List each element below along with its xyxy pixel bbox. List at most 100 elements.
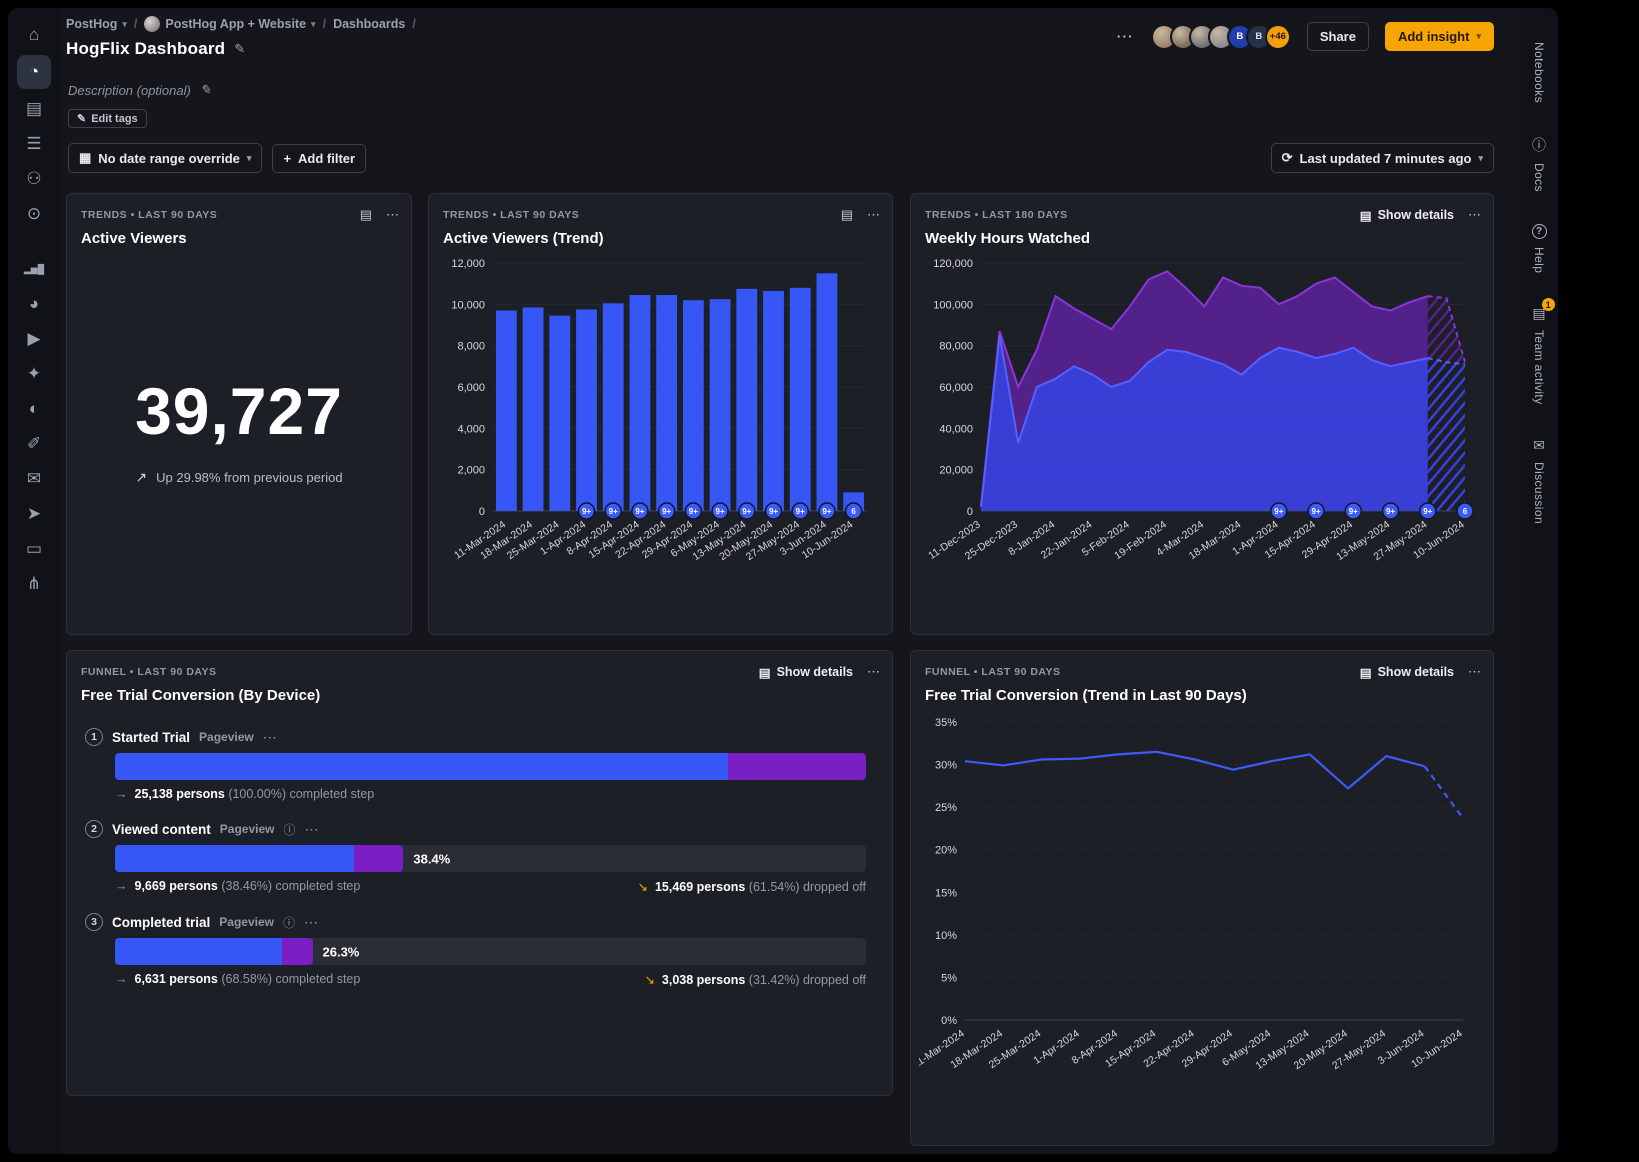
svg-text:9+: 9+ — [689, 507, 698, 516]
right-rail-item-discussion[interactable]: ✉Discussion — [1532, 437, 1546, 524]
show-details-button[interactable]: ▤ Show details — [1360, 665, 1454, 680]
breadcrumb: PostHog▾/PostHog App + Website▾/Dashboar… — [66, 16, 416, 32]
card-funnel-by-device: FUNNEL • LAST 90 DAYS ▤ Show details ⋯ F… — [66, 650, 893, 1096]
ai-icon[interactable]: ✦ — [17, 359, 51, 389]
card-weekly-hours-watched: TRENDS • LAST 180 DAYS ▤ Show details ⋯ … — [910, 193, 1494, 635]
dropped-arrow-icon: ↘ — [637, 880, 647, 894]
svg-text:8,000: 8,000 — [457, 341, 485, 353]
funnel-step-2: 2Viewed contentPageviewⓘ⋯38.4%→9,669 per… — [85, 820, 866, 894]
svg-text:9+: 9+ — [609, 507, 618, 516]
data-pipeline-icon[interactable]: ➤ — [17, 499, 51, 529]
funnel-bar: 38.4% — [115, 845, 866, 872]
notebooks-icon[interactable]: ▤ — [17, 94, 51, 124]
svg-text:9+: 9+ — [1423, 507, 1432, 516]
edit-tags-button[interactable]: ✎ Edit tags — [68, 109, 147, 128]
share-button[interactable]: Share — [1307, 22, 1369, 51]
right-rail-item-team-activity[interactable]: ▤1Team activity — [1532, 305, 1546, 405]
date-range-override-button[interactable]: ▦ No date range override ▾ — [68, 143, 262, 173]
home-icon[interactable]: ⌂ — [17, 20, 51, 50]
info-icon[interactable]: ⓘ — [283, 821, 295, 838]
persons-icon[interactable]: ⚇ — [17, 164, 51, 194]
card-tag: TRENDS • LAST 90 DAYS — [443, 209, 579, 221]
breadcrumb-item[interactable]: PostHog▾ — [66, 17, 127, 31]
svg-text:6: 6 — [851, 507, 856, 516]
feature-flags-icon[interactable]: ◐ — [17, 394, 51, 424]
step-more-button[interactable]: ⋯ — [304, 914, 319, 931]
svg-text:4,000: 4,000 — [457, 423, 485, 435]
right-rail: Notebooks ⓘDocs ?Help ▤1Team activity ✉Discu… — [1520, 8, 1558, 1154]
svg-text:20,000: 20,000 — [939, 465, 973, 477]
svg-text:9+: 9+ — [1274, 507, 1283, 516]
line-chart-svg: 0%5%10%15%20%25%30%35%11-Mar-202418-Mar-… — [919, 712, 1475, 1116]
trend-up-icon: ↗ — [135, 469, 147, 486]
svg-text:35%: 35% — [935, 717, 957, 729]
product-analytics-icon[interactable]: ▂▅█ — [17, 254, 51, 284]
svg-text:120,000: 120,000 — [933, 258, 973, 270]
billing-icon[interactable]: ▭ — [17, 534, 51, 564]
svg-text:10%: 10% — [935, 930, 957, 942]
data-management-icon[interactable]: ☰ — [17, 129, 51, 159]
card-more-button[interactable]: ⋯ — [1468, 664, 1481, 680]
docs-icon: ⓘ — [1532, 135, 1546, 155]
step-name: Started Trial — [112, 730, 190, 745]
svg-text:10,000: 10,000 — [451, 299, 485, 311]
experiments-icon[interactable]: ✐ — [17, 429, 51, 459]
details-icon: ▤ — [759, 665, 771, 680]
right-rail-label: Team activity — [1532, 330, 1546, 405]
right-rail-item-docs[interactable]: ⓘDocs — [1532, 135, 1546, 192]
funnel-step-3: 3Completed trialPageviewⓘ⋯26.3%→6,631 pe… — [85, 913, 866, 987]
breadcrumb-item[interactable]: Dashboards — [333, 17, 405, 31]
card-more-button[interactable]: ⋯ — [867, 664, 880, 680]
dashboard-more-button[interactable]: ⋯ — [1116, 27, 1135, 47]
edit-title-icon[interactable]: ✎ — [234, 41, 245, 57]
add-insight-button[interactable]: Add insight ▾ — [1385, 22, 1494, 51]
conversion-percent-label: 26.3% — [323, 944, 360, 959]
project-tree-icon[interactable]: ⋔ — [17, 569, 51, 599]
breadcrumb-label: PostHog App + Website — [165, 17, 306, 31]
funnel-steps: 1Started TrialPageview⋯→25,138 persons (… — [67, 708, 892, 1095]
description-placeholder[interactable]: Description (optional) — [68, 83, 191, 98]
avatar-plus46[interactable]: +46 — [1265, 24, 1291, 50]
card-more-button[interactable]: ⋯ — [386, 207, 399, 223]
add-to-notebook-icon[interactable]: ▤ — [360, 207, 372, 223]
active-viewers-trend-chart: 02,0004,0006,0008,00010,00012,00011-Mar-… — [429, 251, 892, 634]
bar-chart-svg: 02,0004,0006,0008,00010,00012,00011-Mar-… — [437, 255, 875, 607]
completed-arrow-icon: → — [115, 972, 128, 986]
funnel-bar-blue — [115, 938, 282, 965]
area-chart-svg: 020,00040,00060,00080,000100,000120,0001… — [919, 255, 1475, 607]
breadcrumb-item[interactable]: PostHog App + Website▾ — [144, 16, 315, 32]
svg-text:9+: 9+ — [1312, 507, 1321, 516]
add-filter-button[interactable]: + Add filter — [272, 144, 366, 173]
right-rail-item-notebooks[interactable]: Notebooks — [1532, 42, 1546, 103]
completed-step-label: →6,631 persons (68.58%) completed step — [115, 972, 360, 987]
funnel-trend-chart: 0%5%10%15%20%25%30%35%11-Mar-202418-Mar-… — [911, 708, 1493, 1145]
show-details-button[interactable]: ▤ Show details — [1360, 208, 1454, 223]
session-replay-icon[interactable]: ▶ — [17, 324, 51, 354]
card-more-button[interactable]: ⋯ — [1468, 207, 1481, 223]
step-more-button[interactable]: ⋯ — [305, 821, 320, 838]
edit-description-icon[interactable]: ✎ — [200, 82, 211, 98]
refresh-icon: ⟳ — [1282, 150, 1293, 166]
svg-text:20%: 20% — [935, 845, 957, 857]
funnel-bar-blue — [115, 845, 354, 872]
breadcrumb-separator: / — [323, 17, 326, 31]
dashboards-icon[interactable]: ◔ — [17, 55, 51, 89]
add-to-notebook-icon[interactable]: ▤ — [841, 207, 853, 223]
notification-badge: 1 — [1542, 298, 1555, 311]
step-event-label: Pageview — [220, 822, 275, 836]
right-rail-item-help[interactable]: ?Help — [1532, 224, 1547, 273]
info-icon[interactable]: ⓘ — [283, 914, 295, 931]
step-more-button[interactable]: ⋯ — [263, 729, 278, 746]
card-tag: FUNNEL • LAST 90 DAYS — [81, 666, 217, 678]
completed-step-label: →25,138 persons (100.00%) completed step — [115, 787, 374, 801]
web-analytics-icon[interactable]: ◕ — [17, 289, 51, 319]
chevron-down-icon: ▾ — [247, 153, 252, 164]
left-rail: ⌂ ◔ ▤ ☰ ⚇ ⊙ ▂▅█ ◕ ▶ ✦ ◐ ✐ ✉ ➤ ▭ ⋔ — [8, 8, 60, 1154]
show-details-button[interactable]: ▤ Show details — [759, 665, 853, 680]
last-updated-button[interactable]: ⟳ Last updated 7 minutes ago ▾ — [1271, 143, 1494, 173]
help-icon: ? — [1532, 224, 1547, 239]
dropped-off-label: ↘15,469 persons (61.54%) dropped off — [637, 879, 866, 894]
activity-icon[interactable]: ⊙ — [17, 199, 51, 229]
card-more-button[interactable]: ⋯ — [867, 207, 880, 223]
surveys-icon[interactable]: ✉ — [17, 464, 51, 494]
